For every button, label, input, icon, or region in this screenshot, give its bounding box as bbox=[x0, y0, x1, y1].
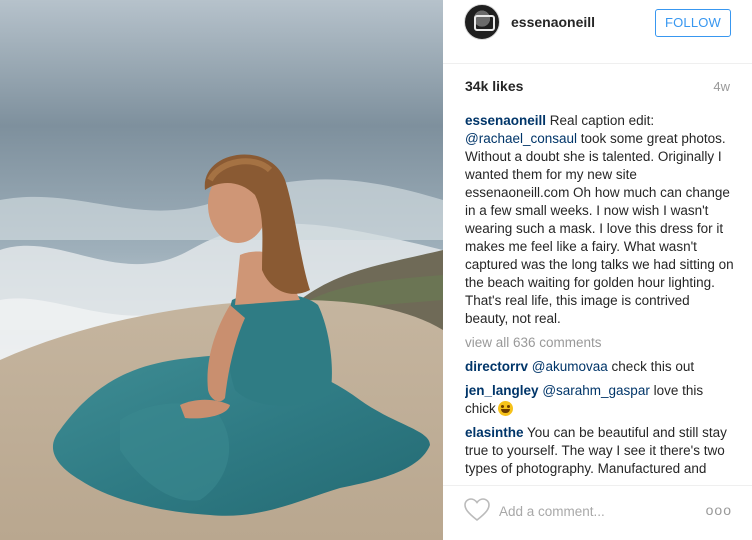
comments-list[interactable]: essenaoneill Real caption edit: @rachael… bbox=[465, 112, 735, 478]
grinning-face-emoji-icon bbox=[497, 401, 513, 416]
comment-username[interactable]: directorrv bbox=[465, 359, 528, 374]
view-all-comments-link[interactable]: view all 636 comments bbox=[465, 334, 735, 352]
caption-mention[interactable]: @rachael_consaul bbox=[465, 131, 577, 146]
post-age: 4w bbox=[713, 79, 730, 94]
follow-button[interactable]: FOLLOW bbox=[655, 9, 731, 37]
comment-username[interactable]: elasinthe bbox=[465, 425, 524, 440]
likes-count[interactable]: 34k likes bbox=[465, 78, 523, 94]
post-header: essenaoneill FOLLOW bbox=[443, 0, 752, 64]
comment-username[interactable]: jen_langley bbox=[465, 383, 539, 398]
post-photo bbox=[0, 0, 443, 540]
post-author-username[interactable]: essenaoneill bbox=[511, 14, 595, 30]
caption-text-2: took some great photos. Without a doubt … bbox=[465, 131, 734, 326]
comment-item: directorrv @akumovaa check this out bbox=[465, 358, 735, 376]
comment-mention[interactable]: @akumovaa bbox=[532, 359, 608, 374]
comment-item: jen_langley @sarahm_gaspar love this chi… bbox=[465, 382, 735, 418]
avatar[interactable] bbox=[464, 4, 500, 40]
comment-item: elasinthe You can be beautiful and still… bbox=[465, 424, 735, 478]
caption-text-1: Real caption edit: bbox=[546, 113, 655, 128]
caption-username[interactable]: essenaoneill bbox=[465, 113, 546, 128]
photo-scene-illustration bbox=[0, 0, 443, 540]
comment-mention[interactable]: @sarahm_gaspar bbox=[542, 383, 650, 398]
comment-text: check this out bbox=[607, 359, 695, 374]
comment-bar: ooo bbox=[443, 485, 752, 540]
caption: essenaoneill Real caption edit: @rachael… bbox=[465, 112, 735, 328]
heart-icon[interactable] bbox=[464, 498, 490, 522]
add-comment-input[interactable] bbox=[499, 501, 699, 521]
post-sidebar: essenaoneill FOLLOW 34k likes 4w essenao… bbox=[443, 0, 752, 540]
more-options-icon[interactable]: ooo bbox=[706, 502, 732, 518]
